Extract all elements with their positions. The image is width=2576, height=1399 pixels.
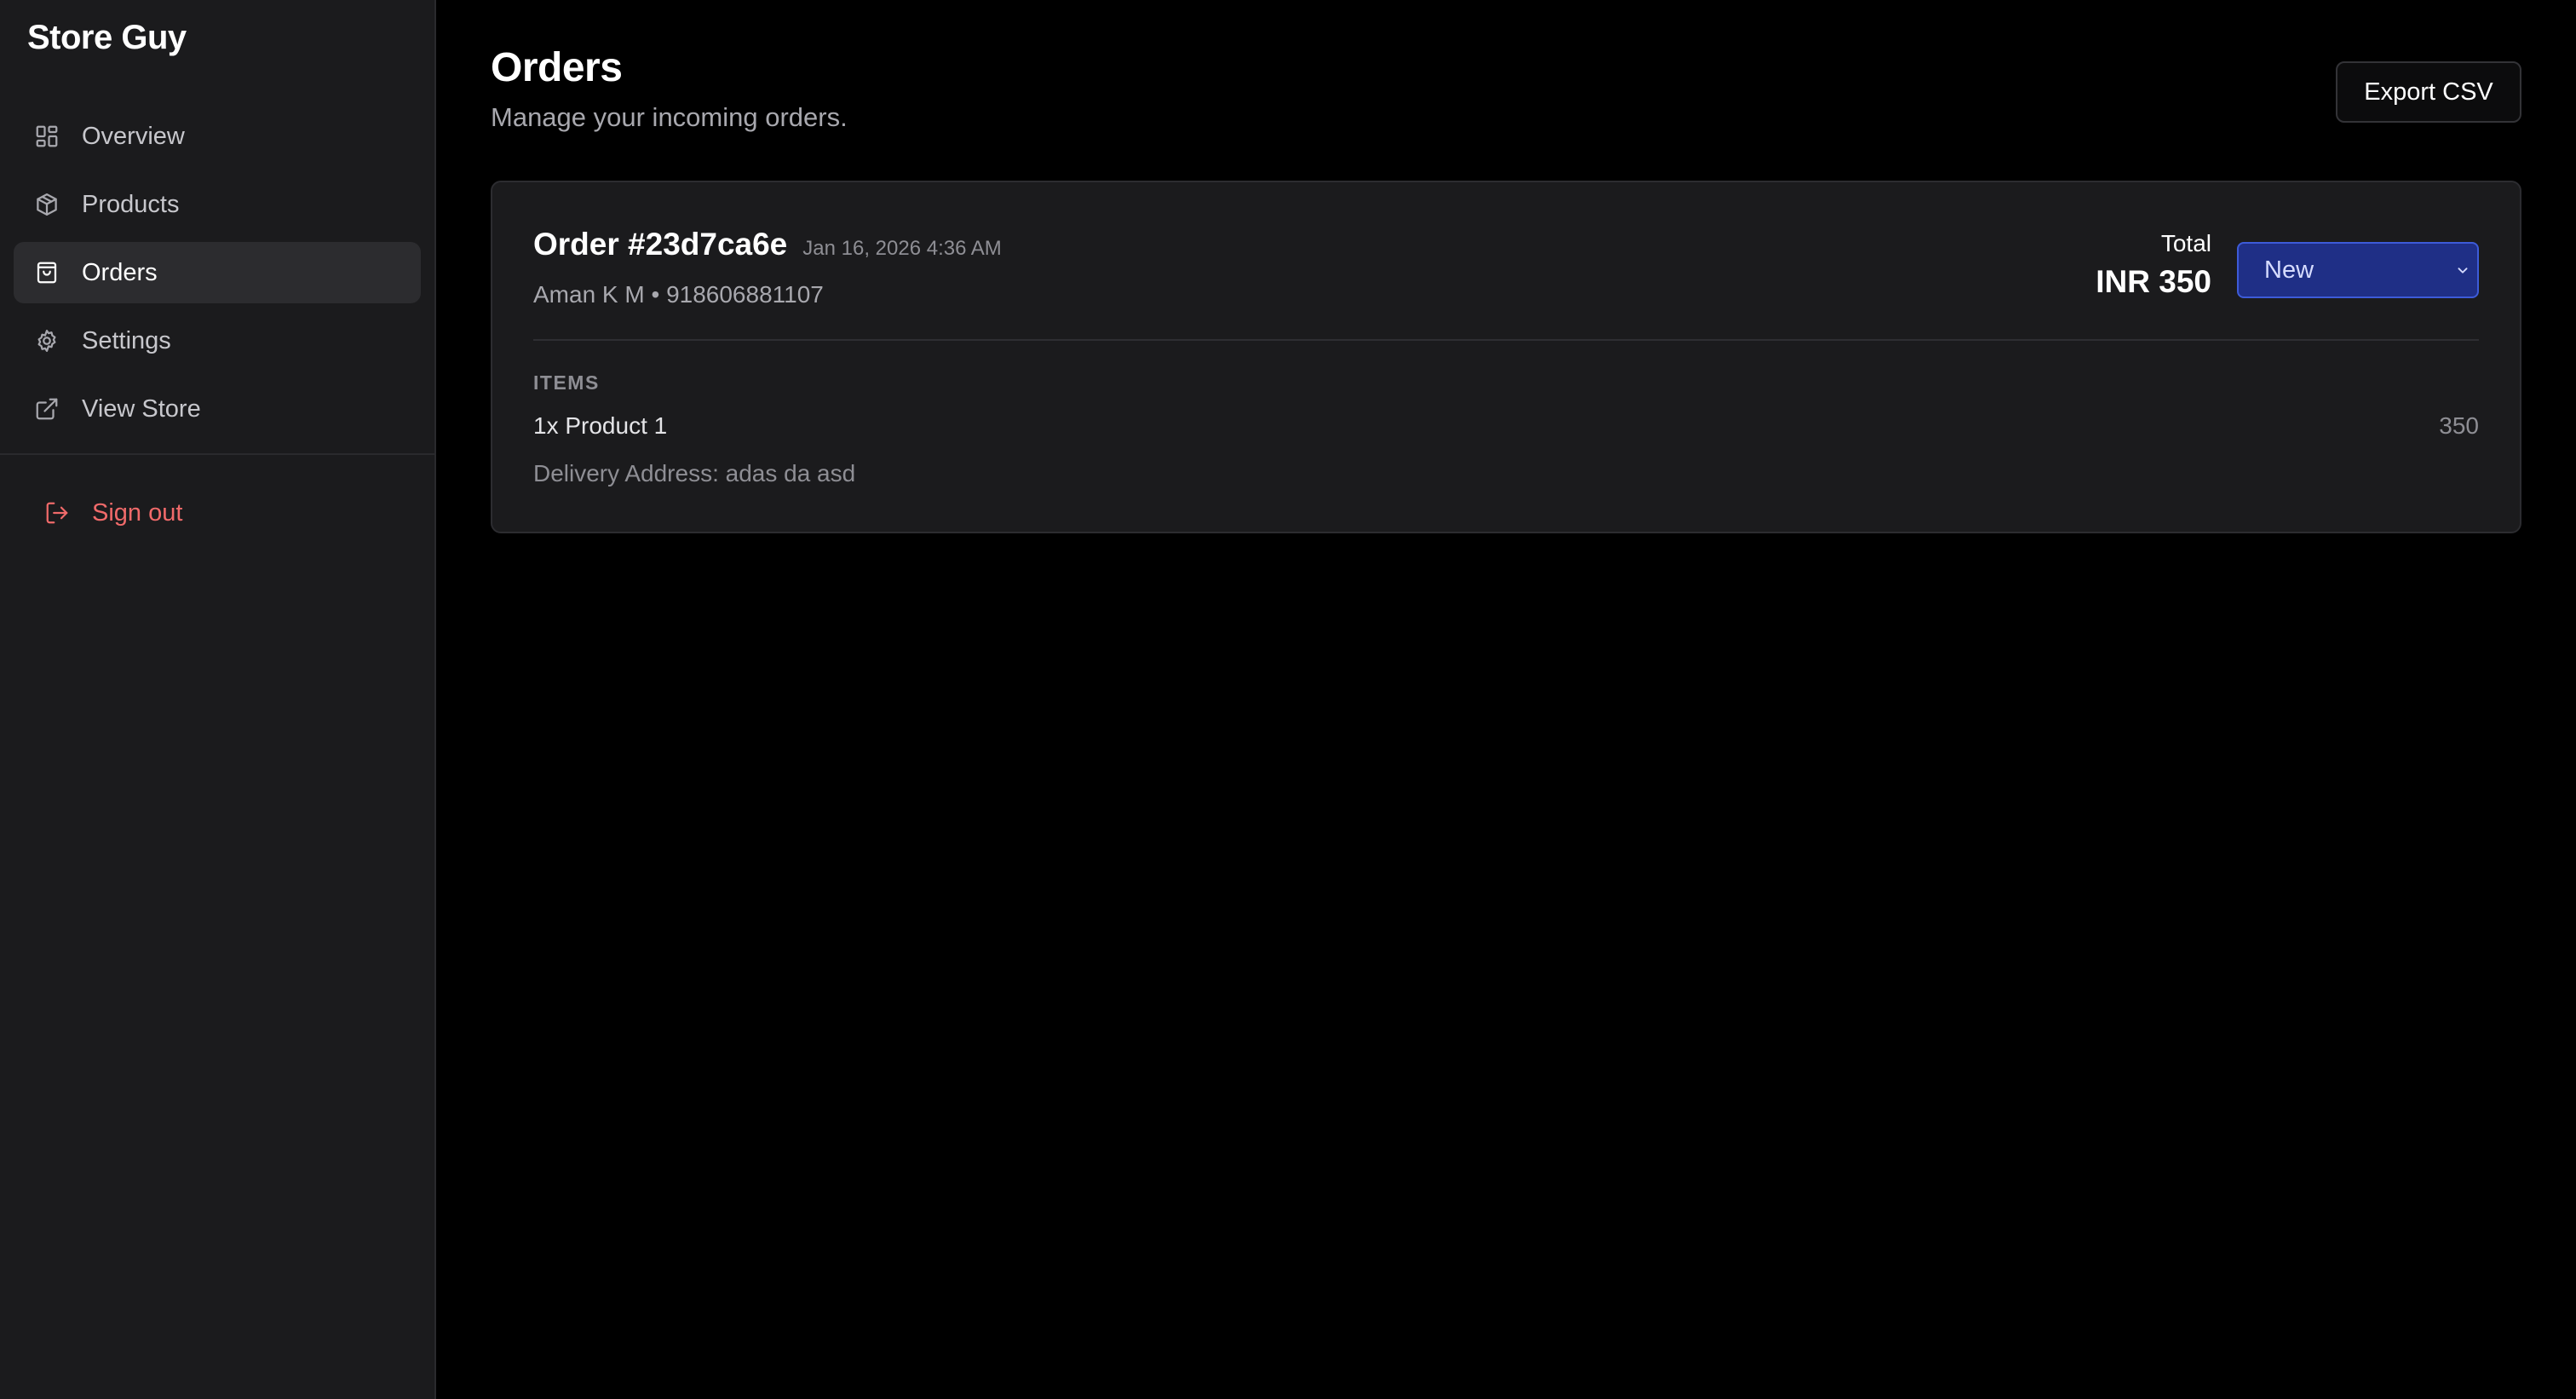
sidebar-item-label: Orders <box>82 258 158 286</box>
order-card: Order #23d7ca6e Jan 16, 2026 4:36 AM Ama… <box>491 181 2521 533</box>
grid-icon <box>34 124 60 149</box>
order-id: Order #23d7ca6e <box>533 227 788 262</box>
order-header: Order #23d7ca6e Jan 16, 2026 4:36 AM <box>533 227 1002 262</box>
shopping-bag-icon <box>34 260 60 285</box>
external-link-icon <box>34 396 60 422</box>
sidebar-item-view-store[interactable]: View Store <box>14 378 421 440</box>
brand-title: Store Guy <box>27 19 187 56</box>
package-icon <box>34 192 60 217</box>
sidebar-item-overview[interactable]: Overview <box>14 106 421 167</box>
page-title: Orders <box>491 45 623 90</box>
sidebar-nav: Overview Products Orders Settings View S… <box>14 106 421 446</box>
status-selected-value: New <box>2264 256 2314 284</box>
sidebar-item-products[interactable]: Products <box>14 174 421 235</box>
sidebar-item-settings[interactable]: Settings <box>14 310 421 371</box>
app-root: Store Guy Overview Products Orders Setti… <box>0 0 2576 1399</box>
total-value: INR 350 <box>2096 264 2211 299</box>
export-csv-button[interactable]: Export CSV <box>2336 61 2521 123</box>
sidebar-item-label: Settings <box>82 326 171 354</box>
page-subtitle: Manage your incoming orders. <box>491 102 848 132</box>
gear-icon <box>34 328 60 354</box>
list-item: 1x Product 1 350 <box>533 412 2479 440</box>
item-price: 350 <box>2439 412 2479 439</box>
sidebar-item-label: Overview <box>82 122 185 150</box>
customer-info: Aman K M • 918606881107 <box>533 281 824 308</box>
delivery-address: Delivery Address: adas da asd <box>533 460 856 486</box>
order-status-select[interactable]: New <box>2237 242 2479 298</box>
item-name: 1x Product 1 <box>533 412 668 439</box>
sidebar-item-label: Products <box>82 190 180 218</box>
items-heading: ITEMS <box>533 371 600 394</box>
sign-out-label: Sign out <box>92 498 183 527</box>
order-date: Jan 16, 2026 4:36 AM <box>802 237 1002 260</box>
card-divider <box>533 339 2479 341</box>
sidebar: Store Guy Overview Products Orders Setti… <box>0 0 436 1399</box>
sidebar-divider <box>0 453 434 455</box>
chevron-down-icon <box>2458 268 2468 273</box>
logout-icon <box>44 500 70 526</box>
total-label: Total <box>2160 230 2211 256</box>
main-content: Orders Manage your incoming orders. Expo… <box>436 0 2576 1399</box>
sidebar-item-label: View Store <box>82 394 201 423</box>
sign-out-button[interactable]: Sign out <box>34 487 182 538</box>
sidebar-item-orders[interactable]: Orders <box>14 242 421 303</box>
order-total: Total INR 350 <box>2096 230 2211 300</box>
